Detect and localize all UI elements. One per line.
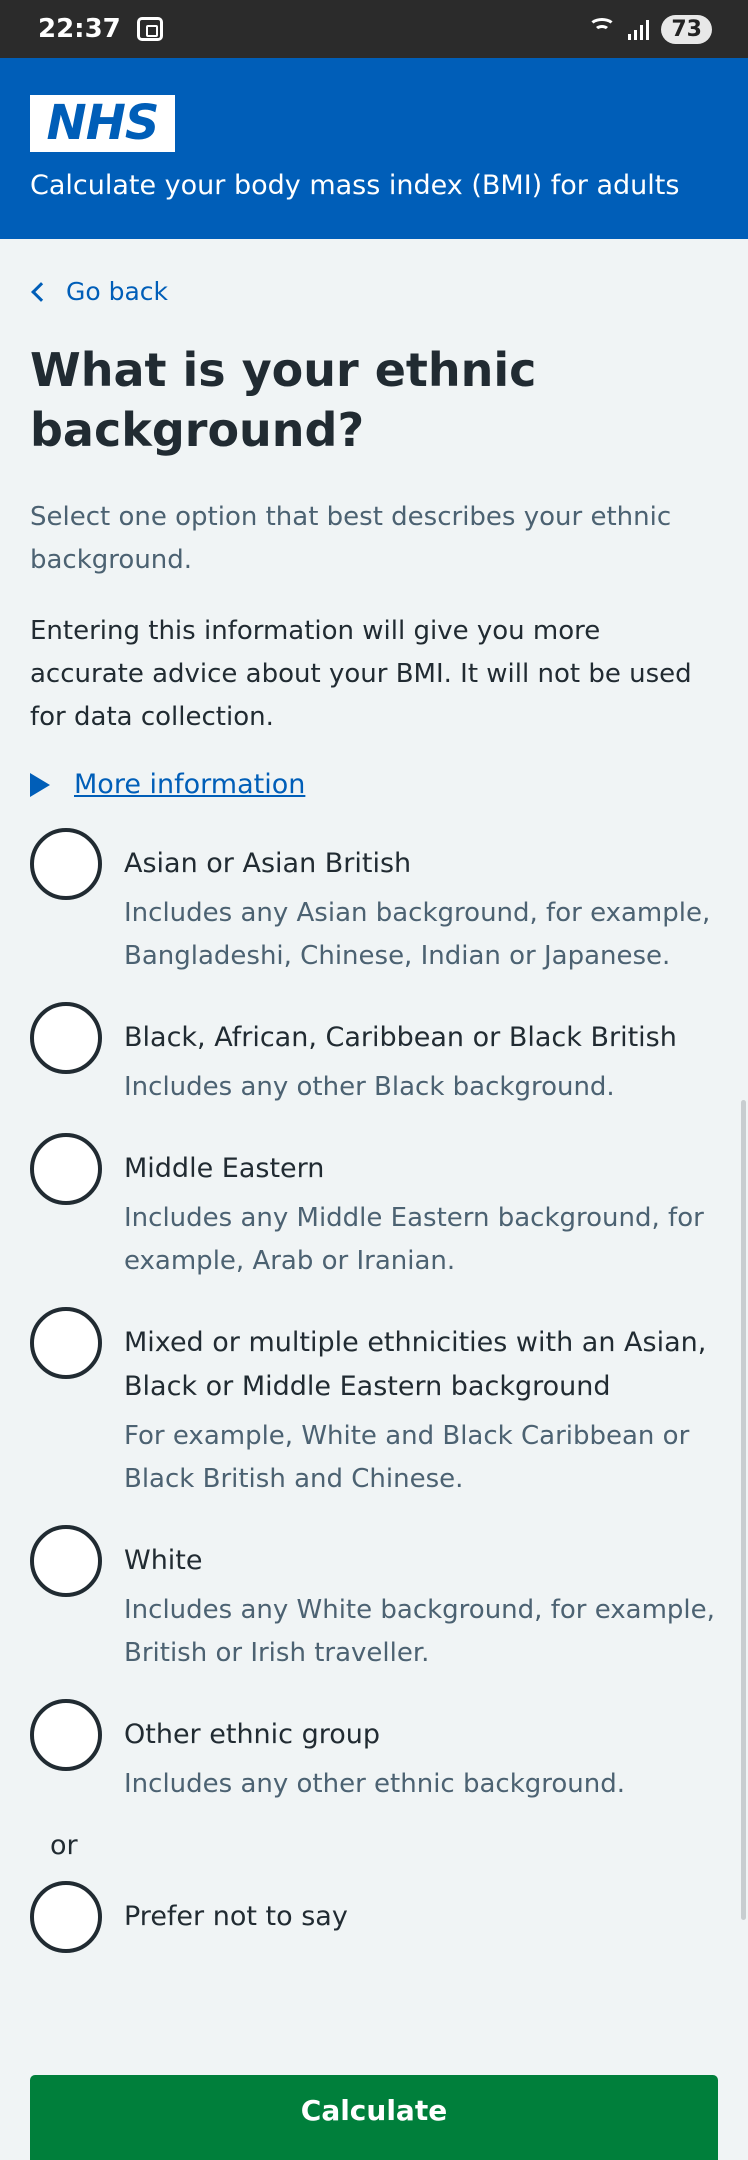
nhs-logo[interactable]: NHS: [30, 95, 175, 152]
radio-label[interactable]: Other ethnic group: [124, 1713, 625, 1757]
status-icons: 73: [588, 0, 712, 58]
radio-hint: Includes any Asian background, for examp…: [124, 898, 711, 971]
status-time: 22:37: [38, 14, 121, 44]
triangle-right-icon: [30, 772, 50, 797]
battery-indicator: 73: [661, 14, 712, 44]
radio-button[interactable]: [30, 1881, 102, 1953]
radio-label[interactable]: White: [124, 1539, 718, 1583]
calculate-button[interactable]: Calculate: [30, 2075, 718, 2160]
ethnicity-radios: Asian or Asian British Includes any Asia…: [30, 828, 718, 1953]
radio-option-mixed[interactable]: Mixed or multiple ethnicities with an As…: [30, 1307, 718, 1501]
radio-label[interactable]: Middle Eastern: [124, 1147, 718, 1191]
radio-hint: Includes any other ethnic background.: [124, 1769, 626, 1799]
info-text: Entering this information will give you …: [30, 616, 692, 732]
radio-hint: Includes any Middle Eastern background, …: [124, 1203, 704, 1276]
more-information-link[interactable]: More information: [74, 769, 305, 800]
status-bar: 22:37 73: [0, 0, 748, 58]
go-back-link[interactable]: Go back: [30, 277, 718, 306]
radio-button[interactable]: [30, 1133, 102, 1205]
radio-option-prefer-not-to-say[interactable]: Prefer not to say: [30, 1881, 718, 1953]
radio-option-other[interactable]: Other ethnic group Includes any other et…: [30, 1699, 718, 1806]
main-content: Go back What is your ethnic background? …: [0, 277, 748, 1953]
radio-hint: Includes any other Black background.: [124, 1072, 615, 1102]
service-name[interactable]: Calculate your body mass index (BMI) for…: [30, 170, 718, 201]
go-back-label: Go back: [66, 277, 169, 306]
radio-label[interactable]: Prefer not to say: [124, 1895, 348, 1939]
radio-option-middle-eastern[interactable]: Middle Eastern Includes any Middle Easte…: [30, 1133, 718, 1283]
or-divider: or: [50, 1830, 78, 1861]
signal-icon: [628, 18, 650, 40]
radio-option-asian[interactable]: Asian or Asian British Includes any Asia…: [30, 828, 718, 978]
question-hint: Select one option that best describes yo…: [30, 502, 672, 575]
radio-label[interactable]: Mixed or multiple ethnicities with an As…: [124, 1321, 718, 1409]
radio-button[interactable]: [30, 1699, 102, 1771]
radio-button[interactable]: [30, 1525, 102, 1597]
radio-option-white[interactable]: White Includes any White background, for…: [30, 1525, 718, 1675]
radio-button[interactable]: [30, 1002, 102, 1074]
page-title: What is your ethnic background?: [30, 343, 537, 457]
wifi-icon: [588, 18, 617, 40]
radio-label[interactable]: Black, African, Caribbean or Black Briti…: [124, 1016, 677, 1060]
radio-label[interactable]: Asian or Asian British: [124, 842, 718, 886]
scrollbar[interactable]: [741, 1100, 746, 1920]
screenshot-icon: [136, 17, 163, 41]
header: NHS Calculate your body mass index (BMI)…: [0, 58, 748, 239]
radio-hint: For example, White and Black Caribbean o…: [124, 1421, 690, 1494]
radio-button[interactable]: [30, 828, 102, 900]
chevron-left-icon: [31, 281, 51, 302]
more-information-details[interactable]: More information: [30, 769, 718, 800]
radio-option-black[interactable]: Black, African, Caribbean or Black Briti…: [30, 1002, 718, 1109]
radio-button[interactable]: [30, 1307, 102, 1379]
radio-hint: Includes any White background, for examp…: [124, 1595, 715, 1668]
